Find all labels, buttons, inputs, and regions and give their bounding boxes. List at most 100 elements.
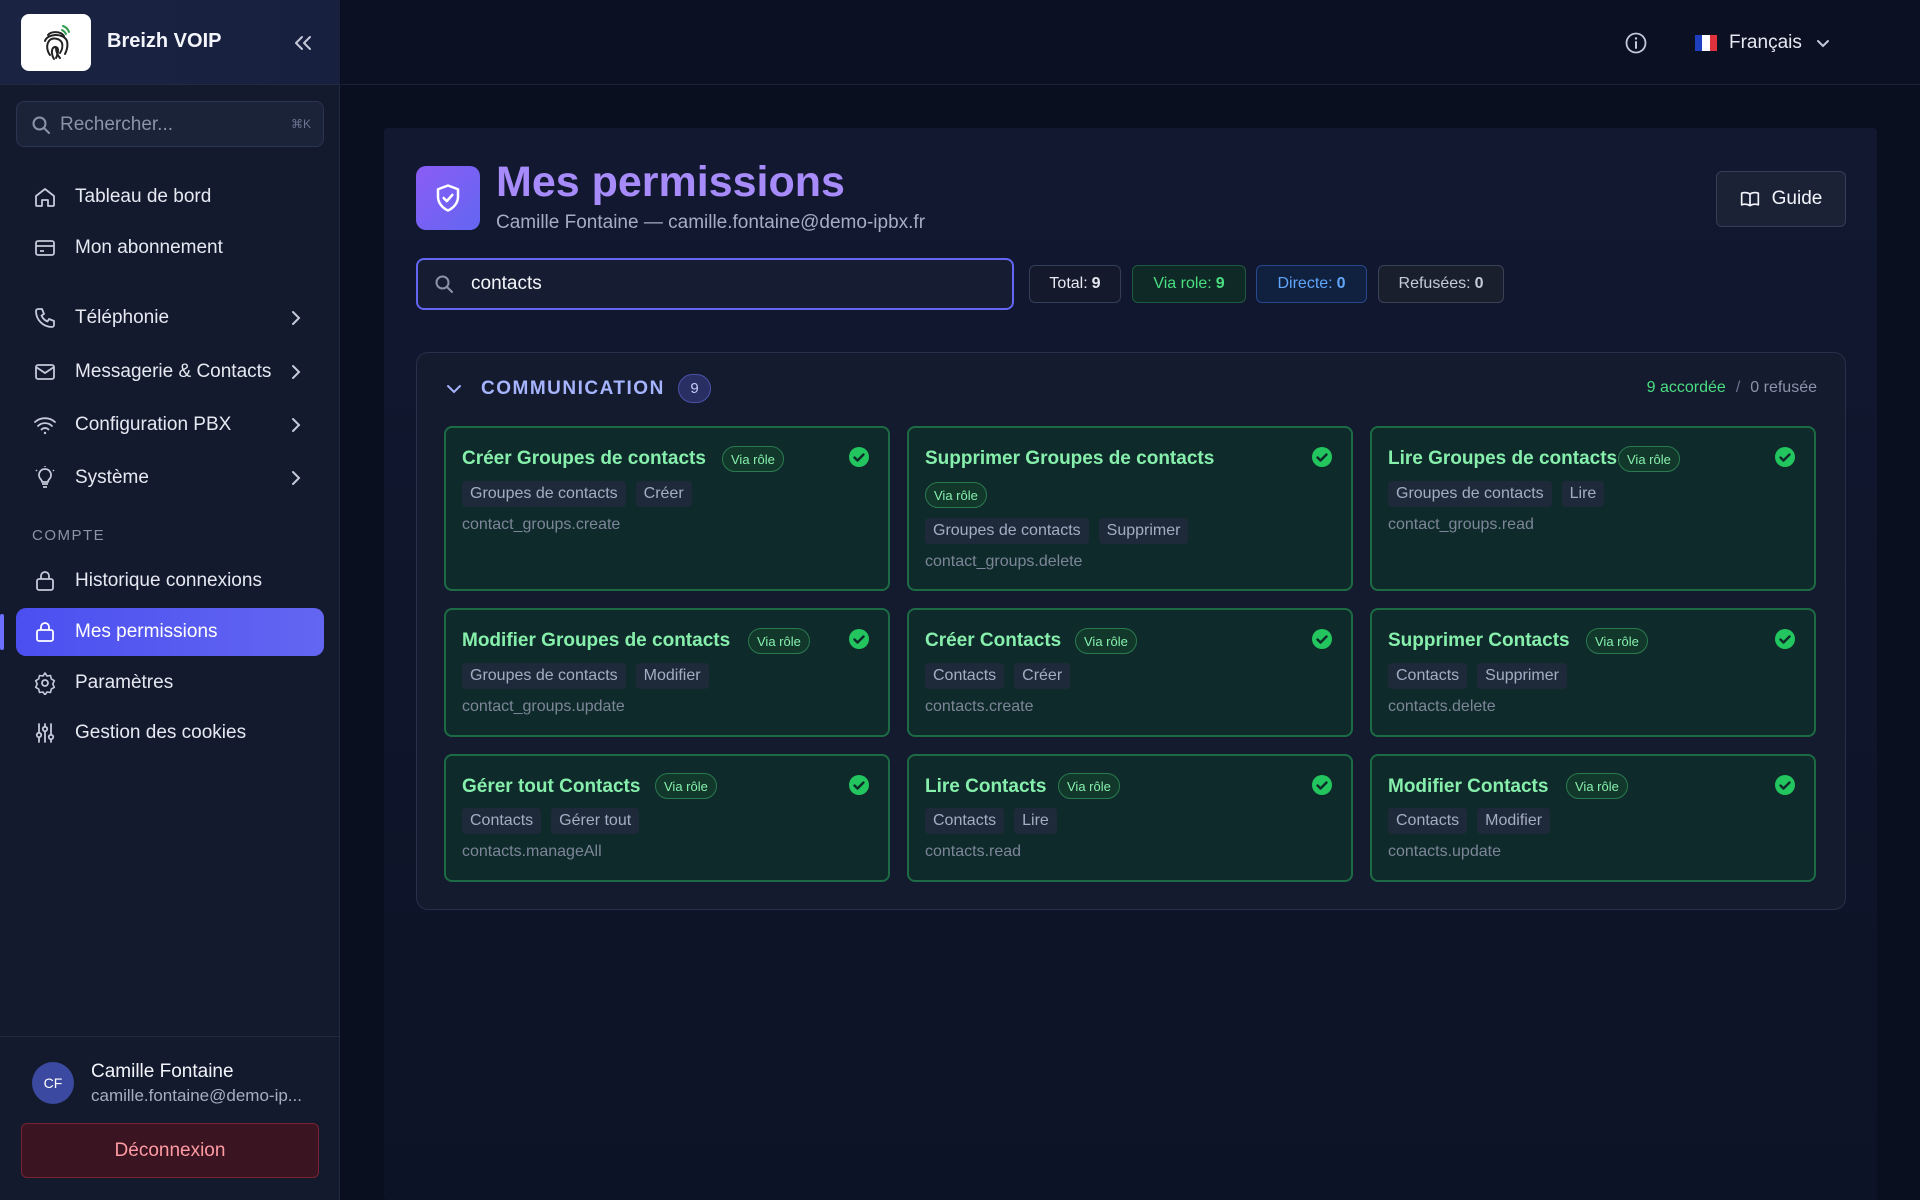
sidebar-item-dashboard[interactable]: Tableau de bord: [16, 173, 324, 221]
chevron-down-icon[interactable]: [444, 379, 464, 399]
sidebar-item-pbx-config[interactable]: Configuration PBX: [16, 401, 324, 449]
sidebar-item-label: Gestion des cookies: [75, 722, 247, 743]
summary-separator: /: [1735, 379, 1741, 396]
check-circle-icon: [849, 775, 869, 795]
user-email: camille.fontaine@demo-ip...: [91, 1086, 302, 1105]
permission-title: Supprimer Groupes de contacts: [925, 448, 1215, 469]
group-summary: 9 accordée / 0 refusée: [1647, 379, 1817, 397]
brand-name: Breizh VOIP: [107, 30, 222, 52]
permission-card[interactable]: Supprimer Groupes de contacts Via rôle G…: [907, 426, 1353, 591]
check-circle-icon: [1312, 447, 1332, 467]
info-icon: [1625, 32, 1647, 54]
sidebar-item-cookies[interactable]: Gestion des cookies: [16, 709, 324, 757]
action-tag: Lire: [1561, 481, 1605, 507]
sidebar-item-label: Messagerie & Contacts: [75, 361, 272, 382]
permission-card[interactable]: Créer Groupes de contacts Via rôle Group…: [444, 426, 890, 591]
resource-tag: Contacts: [1388, 663, 1468, 689]
action-tag: Supprimer: [1477, 663, 1567, 689]
check-circle-icon: [1775, 629, 1795, 649]
stat-value: 9: [1091, 275, 1101, 292]
check-circle-icon: [1775, 447, 1795, 467]
sliders-icon: [32, 720, 58, 746]
shield-check-icon: [416, 166, 480, 230]
permission-card[interactable]: Lire Groupes de contacts Via rôle Groupe…: [1370, 426, 1816, 591]
permission-card[interactable]: Modifier Groupes de contacts Via rôle Gr…: [444, 608, 890, 737]
via-role-badge: Via rôle: [1075, 628, 1137, 654]
page-title: Mes permissions: [496, 158, 845, 206]
permission-card[interactable]: Lire Contacts Via rôle Contacts Lire con…: [907, 754, 1353, 882]
action-tag: Créer: [1014, 663, 1071, 689]
sidebar-item-permissions[interactable]: Mes permissions: [0, 608, 324, 656]
via-role-badge: Via rôle: [925, 482, 987, 508]
resource-tag: Groupes de contacts: [462, 481, 626, 507]
tag-list: Contacts Modifier: [1388, 808, 1551, 834]
divider: [0, 1036, 340, 1037]
permission-code: contacts.create: [925, 698, 1034, 715]
permission-card[interactable]: Créer Contacts Via rôle Contacts Créer c…: [907, 608, 1353, 737]
sidebar-item-subscription[interactable]: Mon abonnement: [16, 224, 324, 272]
lock-icon: [32, 619, 58, 645]
sidebar-search[interactable]: Rechercher... ⌘K: [16, 101, 324, 147]
check-circle-icon: [1312, 629, 1332, 649]
permission-card[interactable]: Gérer tout Contacts Via rôle Contacts Gé…: [444, 754, 890, 882]
stat-total-badge[interactable]: Total: 9: [1029, 265, 1121, 303]
info-button[interactable]: [1621, 28, 1651, 58]
chevrons-left-icon: [295, 36, 311, 50]
permission-code: contacts.delete: [1388, 698, 1496, 715]
tag-list: Groupes de contacts Créer: [462, 481, 692, 507]
permission-code: contact_groups.update: [462, 698, 625, 715]
permission-title: Lire Groupes de contacts: [1388, 448, 1618, 469]
sidebar-item-system[interactable]: Système: [16, 454, 324, 502]
action-tag: Gérer tout: [551, 808, 640, 834]
permission-card[interactable]: Supprimer Contacts Via rôle Contacts Sup…: [1370, 608, 1816, 737]
stat-direct-badge[interactable]: Directe: 0: [1256, 265, 1367, 303]
language-label: Français: [1729, 32, 1802, 53]
via-role-badge: Via rôle: [1618, 446, 1680, 472]
group-title[interactable]: COMMUNICATION: [481, 378, 665, 400]
tag-list: Contacts Lire: [925, 808, 1057, 834]
guide-label: Guide: [1771, 188, 1823, 209]
action-tag: Modifier: [1477, 808, 1551, 834]
avatar[interactable]: CF: [32, 1062, 74, 1104]
guide-button[interactable]: Guide: [1716, 171, 1846, 227]
granted-count: 9 accordée: [1646, 379, 1726, 396]
tag-list: Groupes de contacts Modifier: [462, 663, 709, 689]
resource-tag: Contacts: [1388, 808, 1468, 834]
logout-button[interactable]: Déconnexion: [21, 1123, 319, 1178]
check-circle-icon: [1775, 775, 1795, 795]
via-role-badge: Via rôle: [1058, 773, 1120, 799]
resource-tag: Groupes de contacts: [1388, 481, 1552, 507]
french-flag-icon: [1695, 35, 1717, 51]
search-placeholder: Rechercher...: [60, 114, 173, 135]
phone-icon: [32, 305, 58, 331]
home-icon: [32, 184, 58, 210]
stat-label: Via role:: [1153, 275, 1212, 292]
via-role-badge: Via rôle: [1566, 773, 1628, 799]
via-role-badge: Via rôle: [1586, 628, 1648, 654]
stat-label: Total:: [1049, 275, 1088, 292]
stat-via-role-badge[interactable]: Via role: 9: [1132, 265, 1246, 303]
lightbulb-icon: [32, 465, 58, 491]
sidebar-item-label: Historique connexions: [75, 570, 262, 591]
resource-tag: Contacts: [462, 808, 542, 834]
collapse-sidebar-button[interactable]: [288, 28, 318, 58]
permission-code: contacts.manageAll: [462, 843, 602, 860]
permission-filter-input[interactable]: contacts: [416, 258, 1014, 310]
sidebar-item-telephony[interactable]: Téléphonie: [16, 294, 324, 342]
language-selector[interactable]: Français: [1695, 24, 1832, 62]
sidebar: Breizh VOIP Rechercher... ⌘K Tableau de …: [0, 0, 340, 1200]
sidebar-item-label: Système: [75, 467, 149, 488]
check-circle-icon: [1312, 775, 1332, 795]
sidebar-item-messaging[interactable]: Messagerie & Contacts: [16, 348, 324, 396]
chevron-right-icon: [292, 471, 301, 485]
sidebar-item-label: Mon abonnement: [75, 237, 223, 258]
sidebar-item-login-history[interactable]: Historique connexions: [16, 557, 324, 605]
lock-icon: [32, 568, 58, 594]
sidebar-item-settings[interactable]: Paramètres: [16, 659, 324, 707]
refused-count: 0 refusée: [1750, 379, 1817, 396]
via-role-badge: Via rôle: [655, 773, 717, 799]
permission-card[interactable]: Modifier Contacts Via rôle Contacts Modi…: [1370, 754, 1816, 882]
book-icon: [1740, 191, 1759, 207]
stat-refused-badge[interactable]: Refusées: 0: [1378, 265, 1504, 303]
permission-code: contact_groups.delete: [925, 553, 1083, 570]
